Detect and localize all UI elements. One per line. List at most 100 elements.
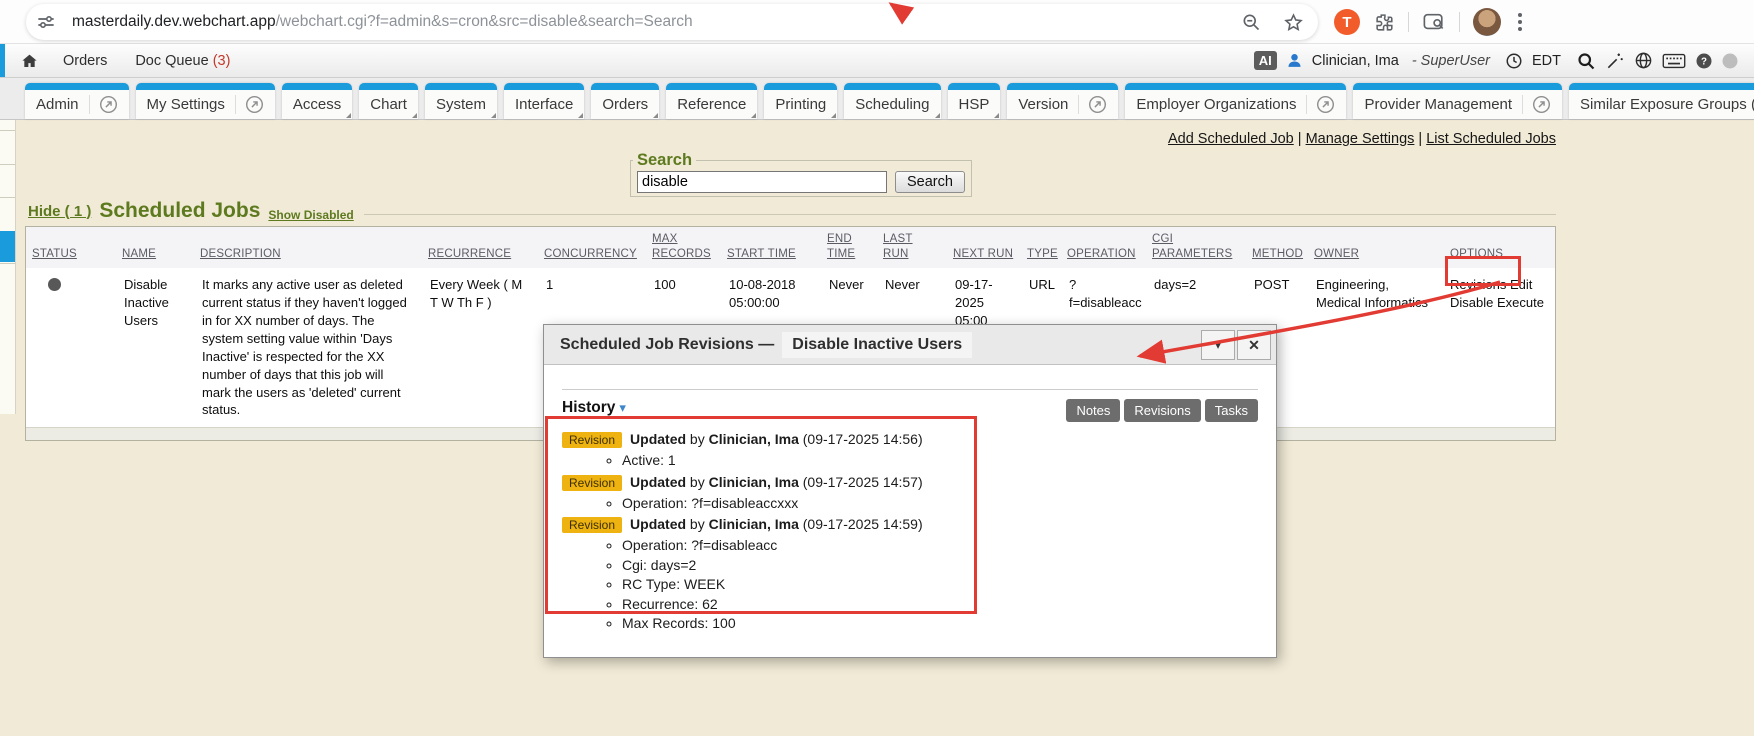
- tab-reference[interactable]: Reference: [666, 83, 757, 119]
- tab-similar-exposure-groups-segs[interactable]: Similar Exposure Groups (SEGs): [1569, 83, 1754, 119]
- tab-admin[interactable]: Admin: [25, 83, 129, 119]
- help-icon[interactable]: ?: [1695, 52, 1713, 70]
- tab-accent-bar: [764, 83, 837, 90]
- nav-doc-queue[interactable]: Doc Queue (3): [135, 53, 230, 69]
- tab-orders[interactable]: Orders: [591, 83, 659, 119]
- list-scheduled-jobs-link[interactable]: List Scheduled Jobs: [1426, 131, 1556, 147]
- modal-close-button[interactable]: ✕: [1237, 330, 1271, 360]
- header-cell-operation: OPERATION: [1061, 227, 1146, 268]
- column-header-recurrence[interactable]: RECURRENCE: [428, 247, 511, 262]
- column-header-type[interactable]: TYPE: [1027, 247, 1058, 262]
- home-icon[interactable]: [20, 52, 39, 70]
- tab-interface[interactable]: Interface: [504, 83, 584, 119]
- tab-scheduling[interactable]: Scheduling: [844, 83, 940, 119]
- rail-active-tab[interactable]: [0, 231, 15, 262]
- manage-settings-link[interactable]: Manage Settings: [1306, 131, 1415, 147]
- user-name[interactable]: Clinician, Ima: [1312, 53, 1399, 69]
- clock-icon[interactable]: [1505, 52, 1523, 70]
- zoom-out-icon[interactable]: [1241, 12, 1261, 32]
- add-scheduled-job-link[interactable]: Add Scheduled Job: [1168, 131, 1294, 147]
- column-header-concurrency[interactable]: CONCURRENCY: [544, 247, 637, 262]
- keyboard-icon[interactable]: [1662, 52, 1686, 70]
- address-bar[interactable]: masterdaily.dev.webchart.app/webchart.cg…: [26, 4, 1318, 40]
- column-header-next-run[interactable]: NEXT RUN: [953, 247, 1013, 262]
- tab-printing[interactable]: Printing: [764, 83, 837, 119]
- option-edit[interactable]: Edit: [1510, 277, 1532, 292]
- url-text[interactable]: masterdaily.dev.webchart.app/webchart.cg…: [72, 13, 693, 31]
- tab-hsp[interactable]: HSP: [948, 83, 1001, 119]
- search-icon[interactable]: [1576, 51, 1596, 71]
- tab-chart[interactable]: Chart: [359, 83, 418, 119]
- tab-access[interactable]: Access: [282, 83, 352, 119]
- tab-provider-management[interactable]: Provider Management: [1353, 83, 1562, 119]
- column-header-status[interactable]: STATUS: [32, 247, 77, 262]
- tab-employer-organizations[interactable]: Employer Organizations: [1125, 83, 1346, 119]
- revision-change-item: Max Records: 100: [622, 614, 1258, 634]
- tab-search-icon[interactable]: [1422, 11, 1446, 33]
- column-header-last-run[interactable]: LAST RUN: [883, 232, 913, 262]
- tab-my-settings[interactable]: My Settings: [136, 83, 275, 119]
- popout-icon[interactable]: [235, 95, 264, 114]
- tab-label: System: [436, 96, 486, 113]
- header-cell-options: OPTIONS: [1444, 227, 1555, 268]
- column-header-options[interactable]: OPTIONS: [1450, 247, 1503, 262]
- column-header-method[interactable]: METHOD: [1252, 247, 1303, 262]
- status-circle-icon: [1722, 53, 1738, 69]
- tab-label: Admin: [36, 96, 79, 113]
- tab-system[interactable]: System: [425, 83, 497, 119]
- column-header-max-records[interactable]: MAX RECORDS: [652, 232, 711, 262]
- tab-label: Chart: [370, 96, 407, 113]
- chevron-down-icon[interactable]: ▾: [619, 400, 626, 415]
- header-cell-type: TYPE: [1021, 227, 1061, 268]
- revision-changes: Operation: ?f=disableaccCgi: days=2RC Ty…: [562, 536, 1258, 634]
- revision-change-item: Active: 1: [622, 451, 1258, 471]
- tab-label: Reference: [677, 96, 746, 113]
- magic-wand-icon[interactable]: [1605, 51, 1625, 71]
- modal-dropdown-button[interactable]: ▾: [1201, 330, 1235, 360]
- bookmark-star-icon[interactable]: [1283, 12, 1304, 33]
- search-legend: Search: [633, 151, 696, 170]
- modal-titlebar[interactable]: Scheduled Job Revisions — Disable Inacti…: [544, 325, 1276, 365]
- column-header-description[interactable]: DESCRIPTION: [200, 247, 281, 262]
- column-header-operation[interactable]: OPERATION: [1067, 247, 1136, 262]
- browser-menu-icon[interactable]: [1514, 9, 1526, 35]
- search-button[interactable]: Search: [895, 171, 965, 193]
- chart-tab-rail[interactable]: [0, 120, 16, 414]
- option-execute[interactable]: Execute: [1497, 295, 1544, 310]
- extensions-puzzle-icon[interactable]: [1373, 11, 1395, 33]
- user-icon: [1286, 52, 1303, 69]
- column-header-start-time[interactable]: START TIME: [727, 247, 796, 262]
- toolbar-divider: [1459, 12, 1460, 32]
- history-dropdown[interactable]: History: [562, 399, 615, 416]
- column-header-owner[interactable]: OWNER: [1314, 247, 1359, 262]
- column-header-name[interactable]: NAME: [122, 247, 156, 262]
- option-revisions[interactable]: Revisions: [1450, 277, 1506, 292]
- tab-accent-bar: [425, 83, 497, 90]
- header-cell-last-run: LAST RUN: [877, 227, 947, 268]
- show-disabled-link[interactable]: Show Disabled: [268, 208, 353, 222]
- extension-t-icon[interactable]: T: [1334, 9, 1360, 35]
- hide-link[interactable]: Hide ( 1 ): [28, 203, 91, 220]
- option-disable[interactable]: Disable: [1450, 295, 1493, 310]
- popout-icon[interactable]: [1306, 95, 1335, 114]
- column-header-cgi-parameters[interactable]: CGI PARAMETERS: [1152, 232, 1232, 262]
- browser-toolbar: masterdaily.dev.webchart.app/webchart.cg…: [0, 0, 1754, 44]
- notes-button[interactable]: Notes: [1066, 399, 1120, 422]
- popout-icon[interactable]: [1522, 95, 1551, 114]
- search-input[interactable]: [637, 171, 887, 193]
- site-settings-icon[interactable]: [36, 12, 56, 32]
- column-header-end-time[interactable]: END TIME: [827, 232, 855, 262]
- globe-icon[interactable]: [1634, 51, 1653, 70]
- tab-version[interactable]: Version: [1007, 83, 1118, 119]
- tab-label: Employer Organizations: [1136, 96, 1296, 113]
- ai-badge[interactable]: AI: [1254, 51, 1277, 70]
- revisions-button[interactable]: Revisions: [1124, 399, 1200, 422]
- tasks-button[interactable]: Tasks: [1205, 399, 1258, 422]
- popout-icon[interactable]: [89, 95, 118, 114]
- browser-profile-avatar[interactable]: [1473, 8, 1501, 36]
- cell-description: It marks any active user as deleted curr…: [194, 268, 422, 428]
- popout-icon[interactable]: [1078, 95, 1107, 114]
- header-cell-recurrence: RECURRENCE: [422, 227, 538, 268]
- nav-orders[interactable]: Orders: [63, 53, 107, 69]
- header-cell-next-run: NEXT RUN: [947, 227, 1021, 268]
